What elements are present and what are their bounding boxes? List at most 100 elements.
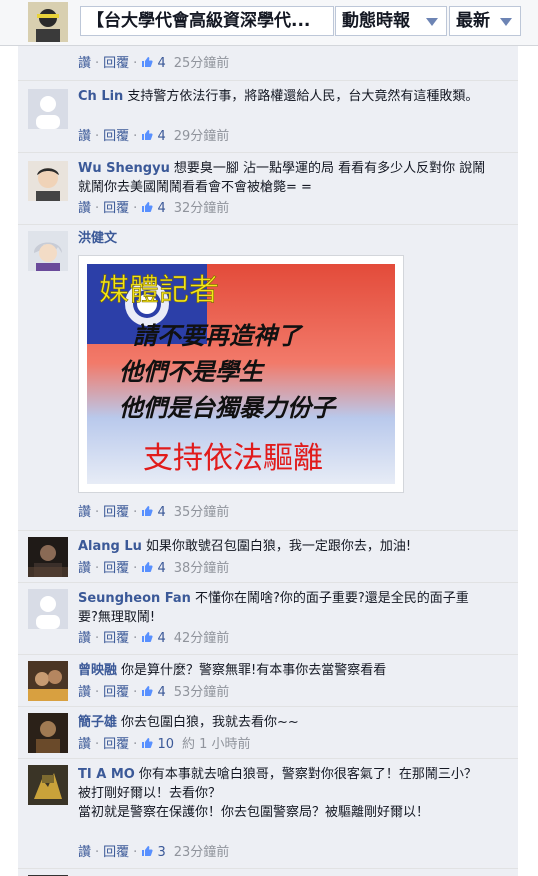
thumbs-up-icon	[142, 130, 153, 140]
comment-author[interactable]: Seungheon Fan	[78, 591, 191, 606]
like-link[interactable]: 讚	[78, 129, 91, 144]
comment-body: Wu Shengyu 想要臭一腳 沾一點學運的局 看看有多少人反對你 說鬧就鬧你去…	[78, 159, 488, 197]
like-count[interactable]: 10	[157, 737, 174, 752]
page-title[interactable]: 【台大學代會高級資深學代...	[80, 6, 334, 36]
comment-time[interactable]: 29分鐘前	[174, 129, 230, 144]
comment-item: Wu Shengyu 想要臭一腳 沾一點學運的局 看看有多少人反對你 說鬧就鬧你去…	[18, 152, 518, 224]
comment-text: 你有本事就去嗆白狼哥，警察對你很客氣了！在那鬧三小？	[138, 767, 477, 782]
comment-item: 曾映融 你是算什麼？警察無罪!有本事你去當警察看看 讚 · 回覆 · 4 53分鐘前	[18, 654, 518, 706]
reply-link[interactable]: 回覆	[103, 56, 129, 71]
comment-actions: 讚 · 回覆 · 4 25分鐘前	[78, 56, 230, 71]
comment-author[interactable]: Alang Lu	[78, 539, 142, 554]
like-count[interactable]: 4	[157, 505, 165, 520]
comment-body: Alang Lu 如果你敢號召包圍白狼，我一定跟你去，加油!	[78, 537, 488, 556]
reply-link[interactable]: 回覆	[103, 631, 129, 646]
thumbs-up-icon	[142, 506, 153, 516]
comment-item: Alang Lu 如果你敢號召包圍白狼，我一定跟你去，加油! 讚 · 回覆 · 4 38分…	[18, 530, 518, 582]
thumbs-up-icon	[142, 632, 153, 642]
comment-time[interactable]: 32分鐘前	[174, 201, 230, 216]
like-count[interactable]: 4	[157, 561, 165, 576]
comment-body: 曾映融 你是算什麼？警察無罪!有本事你去當警察看看	[78, 661, 488, 680]
comment-author[interactable]: Wu Shengyu	[78, 161, 170, 176]
reply-link[interactable]: 回覆	[103, 685, 129, 700]
sort-dropdown[interactable]: 最新	[449, 6, 521, 36]
like-link[interactable]: 讚	[78, 561, 91, 576]
comment-actions: 讚 · 回覆 · 4 32分鐘前	[78, 201, 230, 216]
reply-link[interactable]: 回覆	[103, 737, 129, 752]
comment-text-line: 被打剛好爾以！去看你？	[78, 786, 222, 801]
comment-author[interactable]: Ch Lin	[78, 89, 123, 104]
reply-link[interactable]: 回覆	[103, 129, 129, 144]
comment-body: TI A MO 你有本事就去嗆白狼哥，警察對你很客氣了！在那鬧三小？ 被打剛好爾以…	[78, 765, 488, 822]
reply-link[interactable]: 回覆	[103, 561, 129, 576]
thumbs-up-icon	[142, 562, 153, 572]
like-count[interactable]: 4	[157, 685, 165, 700]
comment-body: 簡子雄 你去包圍白狼，我就去看你~~	[78, 713, 488, 732]
like-link[interactable]: 讚	[78, 631, 91, 646]
comment-body: 洪健文	[78, 229, 488, 248]
like-link[interactable]: 讚	[78, 845, 91, 860]
comment-body: Ch Lin 支持警方依法行事，將路權還給人民，台大竟然有這種敗類。	[78, 87, 488, 106]
comment-text: 你是算什麼？警察無罪!有本事你去當警察看看	[121, 663, 387, 678]
comment-author[interactable]: 洪健文	[78, 231, 117, 246]
reply-link[interactable]: 回覆	[103, 845, 129, 860]
like-link[interactable]: 讚	[78, 685, 91, 700]
comment-photo[interactable]: 媒體記者 請不要再造神了 他們不是學生 他們是台獨暴力份子 支持依法驅離	[78, 255, 404, 493]
like-count[interactable]: 3	[157, 845, 165, 860]
comment-time[interactable]: 25分鐘前	[174, 56, 230, 71]
comment-time[interactable]: 42分鐘前	[174, 631, 230, 646]
like-count[interactable]: 4	[157, 129, 165, 144]
comment-item: TI A MO 你有本事就去嗆白狼哥，警察對你很客氣了！在那鬧三小？ 被打剛好爾以…	[18, 758, 518, 866]
avatar[interactable]	[28, 713, 68, 753]
like-link[interactable]: 讚	[78, 56, 91, 71]
comment-author[interactable]: TI A MO	[78, 767, 135, 782]
photo-line: 他們是台獨暴力份子	[119, 393, 338, 422]
thumbs-up-icon	[142, 202, 153, 212]
avatar[interactable]	[28, 537, 68, 577]
avatar[interactable]	[28, 231, 68, 271]
comment-text: 如果你敢號召包圍白狼，我一定跟你去，加油!	[145, 539, 412, 554]
comment-time[interactable]: 38分鐘前	[174, 561, 230, 576]
like-link[interactable]: 讚	[78, 201, 91, 216]
comment-item: 簡子雄 你去包圍白狼，我就去看你~~ 讚 · 回覆 · 10 約 1 小時前	[18, 706, 518, 758]
top-bar: 【台大學代會高級資深學代... 動態時報 最新	[0, 0, 538, 46]
comment-actions: 讚 · 回覆 · 4 53分鐘前	[78, 685, 230, 700]
comment-author[interactable]: 曾映融	[78, 663, 117, 678]
photo-slogan: 支持依法驅離	[143, 441, 323, 476]
comment-time[interactable]: 53分鐘前	[174, 685, 230, 700]
photo-headline: 媒體記者	[99, 273, 219, 308]
avatar[interactable]	[28, 89, 68, 129]
like-link[interactable]: 讚	[78, 505, 91, 520]
avatar[interactable]	[28, 161, 68, 201]
page-avatar[interactable]	[28, 2, 68, 42]
reply-link[interactable]: 回覆	[103, 201, 129, 216]
timeline-filter-dropdown[interactable]: 動態時報	[335, 6, 447, 36]
comment-body: Seungheon Fan 不懂你在鬧啥?你的面子重要?還是全民的面子重要?無理取…	[78, 589, 488, 627]
photo-line: 他們不是學生	[119, 357, 266, 386]
like-count[interactable]: 4	[157, 56, 165, 71]
comment-item: Seungheon Fan 不懂你在鬧啥?你的面子重要?還是全民的面子重要?無理取…	[18, 582, 518, 654]
chevron-down-icon	[426, 18, 438, 26]
comment-actions: 讚 · 回覆 · 3 23分鐘前	[78, 845, 230, 860]
avatar[interactable]	[28, 661, 68, 701]
like-count[interactable]: 4	[157, 631, 165, 646]
reply-link[interactable]: 回覆	[103, 505, 129, 520]
thumbs-up-icon	[142, 738, 153, 748]
comment-item: 洪健文 媒體記者 請不要再造神了 他們不是學生 他們是台獨暴力份子 支持依法驅離…	[18, 224, 518, 530]
like-count[interactable]: 4	[157, 201, 165, 216]
like-link[interactable]: 讚	[78, 737, 91, 752]
comment-item: 讚 · 回覆 · 4 25分鐘前	[18, 46, 518, 80]
comment-text-line: 當初就是警察在保護你！你去包圍警察局？被驅離剛好爾以！	[78, 805, 430, 820]
comment-actions: 讚 · 回覆 · 4 38分鐘前	[78, 561, 230, 576]
comment-time[interactable]: 23分鐘前	[174, 845, 230, 860]
avatar[interactable]	[28, 765, 68, 805]
thumbs-up-icon	[142, 57, 153, 67]
comment-actions: 讚 · 回覆 · 10 約 1 小時前	[78, 737, 251, 752]
comment-time[interactable]: 約 1 小時前	[182, 737, 251, 752]
chevron-down-icon	[500, 18, 512, 26]
avatar[interactable]	[28, 589, 68, 629]
comment-time[interactable]: 35分鐘前	[174, 505, 230, 520]
timeline-filter-label: 動態時報	[342, 11, 410, 31]
comment-actions: 讚 · 回覆 · 4 29分鐘前	[78, 129, 230, 144]
comment-author[interactable]: 簡子雄	[78, 715, 117, 730]
